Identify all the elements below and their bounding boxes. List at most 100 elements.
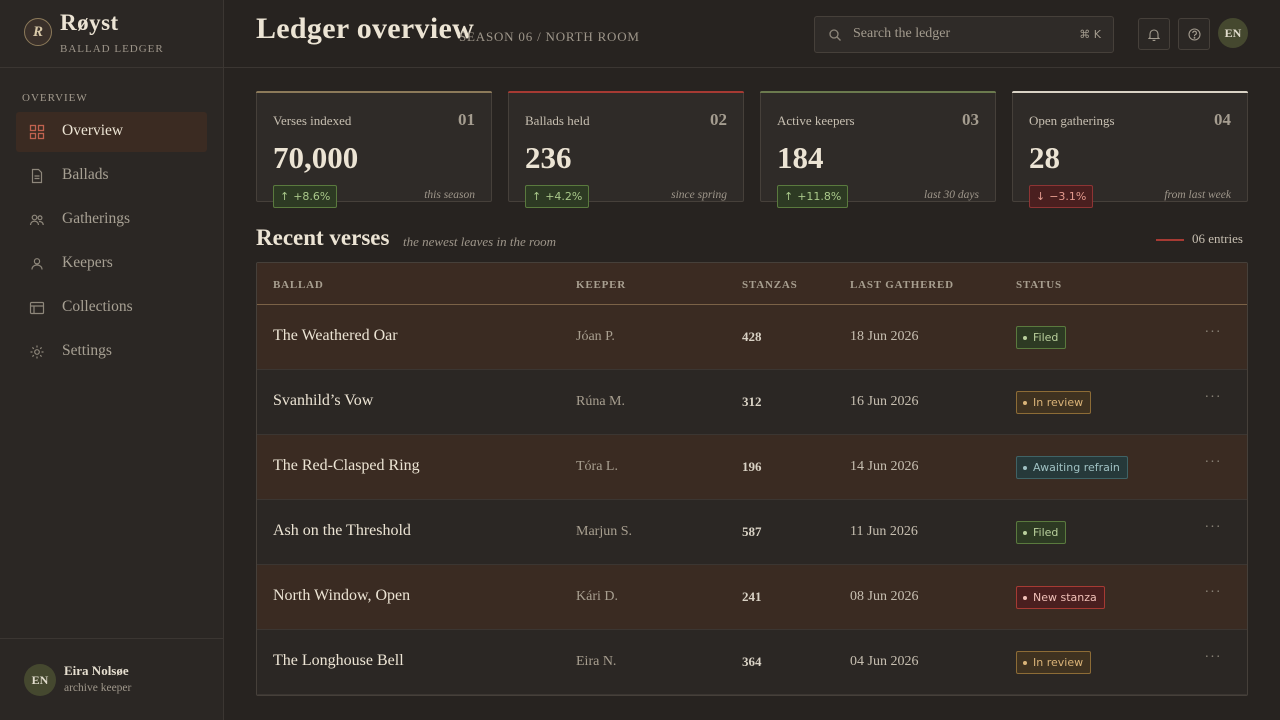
cell-stanzas: 312 bbox=[742, 394, 762, 409]
more-options-icon[interactable]: ··· bbox=[1201, 390, 1225, 412]
table-row[interactable]: The Red-Clasped Ring Tóra L. 196 14 Jun 202… bbox=[257, 435, 1247, 500]
stat-label: Open gatherings bbox=[1029, 113, 1115, 128]
stat-delta-value: +4.2% bbox=[545, 190, 583, 203]
entries-count: 06 entries bbox=[1192, 231, 1243, 246]
stat-period: since spring bbox=[671, 189, 727, 201]
sidebar-item-label: Gatherings bbox=[62, 210, 131, 227]
cell-ballad[interactable]: The Weathered Oar bbox=[273, 327, 398, 345]
column-header-stanzas[interactable]: STANZAS bbox=[742, 279, 798, 291]
stat-value: 236 bbox=[525, 140, 572, 175]
stat-card-verses: Verses indexed 01 70,000 ↑ +8.6% this sea… bbox=[256, 91, 492, 208]
verses-table: BALLAD KEEPER STANZAS LAST GATHERED STAT… bbox=[256, 262, 1248, 696]
stat-delta: ↑ +4.2% bbox=[525, 185, 590, 208]
notifications-button[interactable] bbox=[1138, 18, 1170, 50]
cell-keeper: Tóra L. bbox=[576, 459, 618, 474]
status-badge: In review bbox=[1016, 391, 1092, 414]
cell-ballad[interactable]: The Red-Clasped Ring bbox=[273, 457, 420, 475]
stat-delta-value: +8.6% bbox=[293, 190, 331, 203]
more-options-icon[interactable]: ··· bbox=[1201, 585, 1225, 607]
stat-delta: ↓ −3.1% bbox=[1029, 185, 1094, 208]
stat-period: from last week bbox=[1164, 189, 1231, 201]
table-row[interactable]: The Weathered Oar Jóan P. 428 18 Jun 2026 Fi… bbox=[257, 305, 1247, 370]
card-accent bbox=[760, 91, 996, 93]
cell-ballad[interactable]: North Window, Open bbox=[273, 587, 410, 605]
cell-stanzas: 196 bbox=[742, 459, 762, 474]
cell-last-gathered: 16 Jun 2026 bbox=[850, 394, 919, 409]
column-header-status[interactable]: STATUS bbox=[1016, 279, 1062, 291]
table-row[interactable]: North Window, Open Kári D. 241 08 Jun 2026 N… bbox=[257, 565, 1247, 630]
sidebar-item-ballads[interactable]: Ballads bbox=[16, 156, 207, 196]
status-badge: Filed bbox=[1016, 521, 1067, 544]
more-options-icon[interactable]: ··· bbox=[1201, 520, 1225, 542]
card-accent bbox=[256, 91, 492, 93]
stat-delta-value: +11.8% bbox=[797, 190, 842, 203]
bell-icon bbox=[1148, 29, 1160, 41]
person-icon bbox=[31, 258, 43, 270]
cell-last-gathered: 08 Jun 2026 bbox=[850, 589, 919, 604]
help-icon bbox=[1188, 28, 1201, 41]
more-options-icon[interactable]: ··· bbox=[1201, 650, 1225, 672]
stat-label: Active keepers bbox=[777, 113, 855, 128]
sidebar-item-settings[interactable]: Settings bbox=[16, 332, 207, 372]
page-title: Ledger overview bbox=[256, 12, 475, 45]
arrow-up-icon: ↑ bbox=[532, 190, 542, 203]
column-header-keeper[interactable]: KEEPER bbox=[576, 279, 626, 291]
cell-last-gathered: 11 Jun 2026 bbox=[850, 524, 918, 539]
stat-index: 04 bbox=[1214, 110, 1231, 129]
search-icon bbox=[829, 29, 841, 41]
section-subtitle: the newest leaves in the room bbox=[403, 234, 556, 249]
stat-value: 70,000 bbox=[273, 140, 359, 175]
more-options-icon[interactable]: ··· bbox=[1201, 325, 1225, 347]
cell-ballad[interactable]: Ash on the Threshold bbox=[273, 522, 411, 540]
table-row[interactable]: Ash on the Threshold Marjun S. 587 11 Jun 2… bbox=[257, 500, 1247, 565]
arrow-down-icon: ↓ bbox=[1036, 190, 1046, 203]
cell-stanzas: 587 bbox=[742, 524, 762, 539]
stat-delta: ↑ +11.8% bbox=[777, 185, 849, 208]
sidebar-item-overview[interactable]: Overview bbox=[16, 112, 207, 152]
cell-stanzas: 241 bbox=[742, 589, 762, 604]
user-profile[interactable]: EN Eira Nolsøe archive keeper bbox=[0, 638, 223, 720]
column-header-ballad[interactable]: BALLAD bbox=[273, 279, 324, 291]
sidebar-item-keepers[interactable]: Keepers bbox=[16, 244, 207, 284]
user-name: Eira Nolsøe bbox=[64, 663, 129, 678]
collection-icon bbox=[29, 301, 45, 315]
help-button[interactable] bbox=[1178, 18, 1210, 50]
section-title: Recent verses bbox=[256, 225, 390, 250]
table-row[interactable]: The Longhouse Bell Eira N. 364 04 Jun 2026 I… bbox=[257, 630, 1247, 695]
arrow-up-icon: ↑ bbox=[784, 190, 794, 203]
account-avatar[interactable]: EN bbox=[1218, 18, 1248, 48]
stat-period: last 30 days bbox=[924, 189, 979, 201]
search-placeholder: Search the ledger bbox=[853, 26, 951, 41]
stat-card-gatherings: Open gatherings 04 28 ↓ −3.1% from last w… bbox=[1012, 91, 1248, 208]
stat-index: 02 bbox=[710, 110, 727, 129]
user-role: archive keeper bbox=[64, 682, 132, 694]
stat-card-keepers: Active keepers 03 184 ↑ +11.8% last 30 da… bbox=[760, 91, 996, 208]
document-icon bbox=[31, 168, 43, 184]
sidebar-item-gatherings[interactable]: Gatherings bbox=[16, 200, 207, 240]
stat-delta: ↑ +8.6% bbox=[273, 185, 338, 208]
cell-keeper: Kári D. bbox=[576, 589, 618, 604]
table-header: BALLAD KEEPER STANZAS LAST GATHERED STAT… bbox=[257, 263, 1247, 305]
search-input[interactable]: Search the ledger ⌘ K bbox=[814, 16, 1114, 53]
cell-stanzas: 364 bbox=[742, 654, 762, 669]
brand-name: Røyst bbox=[60, 10, 119, 35]
sidebar: R Røyst BALLAD LEDGER OVERVIEW Overview … bbox=[0, 0, 224, 720]
top-header: Ledger overview SEASON 06 / NORTH ROOM S… bbox=[224, 0, 1280, 68]
sidebar-item-label: Settings bbox=[62, 342, 112, 359]
cell-stanzas: 428 bbox=[742, 329, 762, 344]
brand-logo: R bbox=[24, 18, 52, 46]
cell-keeper: Marjun S. bbox=[576, 524, 632, 539]
more-options-icon[interactable]: ··· bbox=[1201, 455, 1225, 477]
cell-ballad[interactable]: Svanhild’s Vow bbox=[273, 392, 373, 410]
column-header-last-gathered[interactable]: LAST GATHERED bbox=[850, 279, 954, 291]
entries-divider bbox=[1156, 239, 1184, 241]
brand: R Røyst BALLAD LEDGER bbox=[0, 0, 223, 68]
cell-ballad[interactable]: The Longhouse Bell bbox=[273, 652, 404, 670]
table-row[interactable]: Svanhild’s Vow Rúna M. 312 16 Jun 2026 In re… bbox=[257, 370, 1247, 435]
cell-keeper: Eira N. bbox=[576, 654, 617, 669]
sidebar-item-collections[interactable]: Collections bbox=[16, 288, 207, 328]
status-badge: In review bbox=[1016, 651, 1092, 674]
card-accent bbox=[508, 91, 744, 93]
stat-period: this season bbox=[424, 189, 475, 201]
stat-index: 03 bbox=[962, 110, 979, 129]
